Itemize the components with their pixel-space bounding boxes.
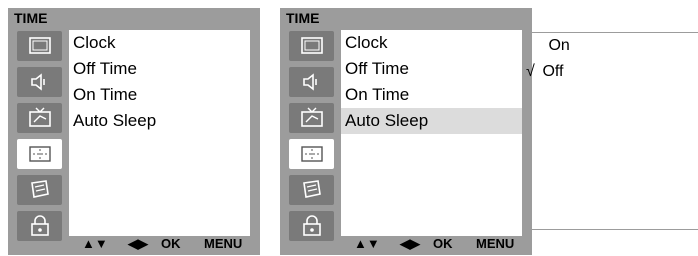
lock-icon xyxy=(303,215,321,236)
updown-arrows-hint: ▲▼ xyxy=(354,236,380,251)
picture-icon xyxy=(29,37,51,54)
tab-channel[interactable] xyxy=(17,103,62,133)
osd-menu-left: TIME Clock Off Time On Time Auto Sleep ▲… xyxy=(8,8,260,255)
time-icon xyxy=(29,146,51,162)
menu-item-clock[interactable]: Clock xyxy=(69,30,250,56)
menu-hint: MENU xyxy=(204,236,243,251)
tab-sound[interactable] xyxy=(289,67,334,97)
tab-picture[interactable] xyxy=(17,31,62,61)
tab-time[interactable] xyxy=(289,139,334,169)
tab-picture[interactable] xyxy=(289,31,334,61)
tab-time[interactable] xyxy=(17,139,62,169)
tab-lock[interactable] xyxy=(289,211,334,241)
special-icon xyxy=(31,180,49,198)
check-mark-icon: √ xyxy=(526,63,535,80)
tab-special[interactable] xyxy=(17,175,62,205)
leftright-arrows-hint: ◀▶ xyxy=(400,236,420,251)
menu-item-on-time[interactable]: On Time xyxy=(69,82,250,108)
leftright-arrows-hint: ◀▶ xyxy=(128,236,148,251)
updown-arrows-hint: ▲▼ xyxy=(82,236,108,251)
menu-panel: Clock Off Time On Time Auto Sleep xyxy=(69,30,250,236)
menu-item-off-time[interactable]: Off Time xyxy=(69,56,250,82)
option-off[interactable]: √ Off xyxy=(526,59,698,85)
menu-item-auto-sleep[interactable]: Auto Sleep xyxy=(69,108,250,134)
menu-panel: Clock Off Time On Time Auto Sleep xyxy=(341,30,522,236)
sound-icon xyxy=(31,73,45,91)
tab-channel[interactable] xyxy=(289,103,334,133)
menu-item-on-time[interactable]: On Time xyxy=(341,82,522,108)
category-tabs xyxy=(17,31,67,247)
menu-title: TIME xyxy=(286,10,320,26)
channel-icon xyxy=(301,107,323,127)
tab-lock[interactable] xyxy=(17,211,62,241)
channel-icon xyxy=(29,107,51,127)
menu-hint: MENU xyxy=(476,236,515,251)
menu-title: TIME xyxy=(14,10,48,26)
picture-icon xyxy=(301,37,323,54)
menu-item-off-time[interactable]: Off Time xyxy=(341,56,522,82)
lock-icon xyxy=(31,215,49,236)
button-legend: ▲▼ ◀▶ OK MENU xyxy=(72,235,256,253)
option-label: On xyxy=(548,37,570,54)
time-icon xyxy=(301,146,323,162)
osd-menu-right: TIME Clock Off Time On Time Auto Sleep ▲… xyxy=(280,8,532,255)
sound-icon xyxy=(303,73,317,91)
option-on[interactable]: On xyxy=(526,33,698,59)
tab-special[interactable] xyxy=(289,175,334,205)
tab-sound[interactable] xyxy=(17,67,62,97)
option-label: Off xyxy=(542,63,564,80)
ok-hint: OK xyxy=(433,236,453,251)
ok-hint: OK xyxy=(161,236,181,251)
category-tabs xyxy=(289,31,339,247)
special-icon xyxy=(303,180,321,198)
button-legend: ▲▼ ◀▶ OK MENU xyxy=(344,235,528,253)
auto-sleep-submenu: On √ Off xyxy=(525,32,698,230)
menu-item-auto-sleep[interactable]: Auto Sleep xyxy=(341,108,522,134)
menu-item-clock[interactable]: Clock xyxy=(341,30,522,56)
